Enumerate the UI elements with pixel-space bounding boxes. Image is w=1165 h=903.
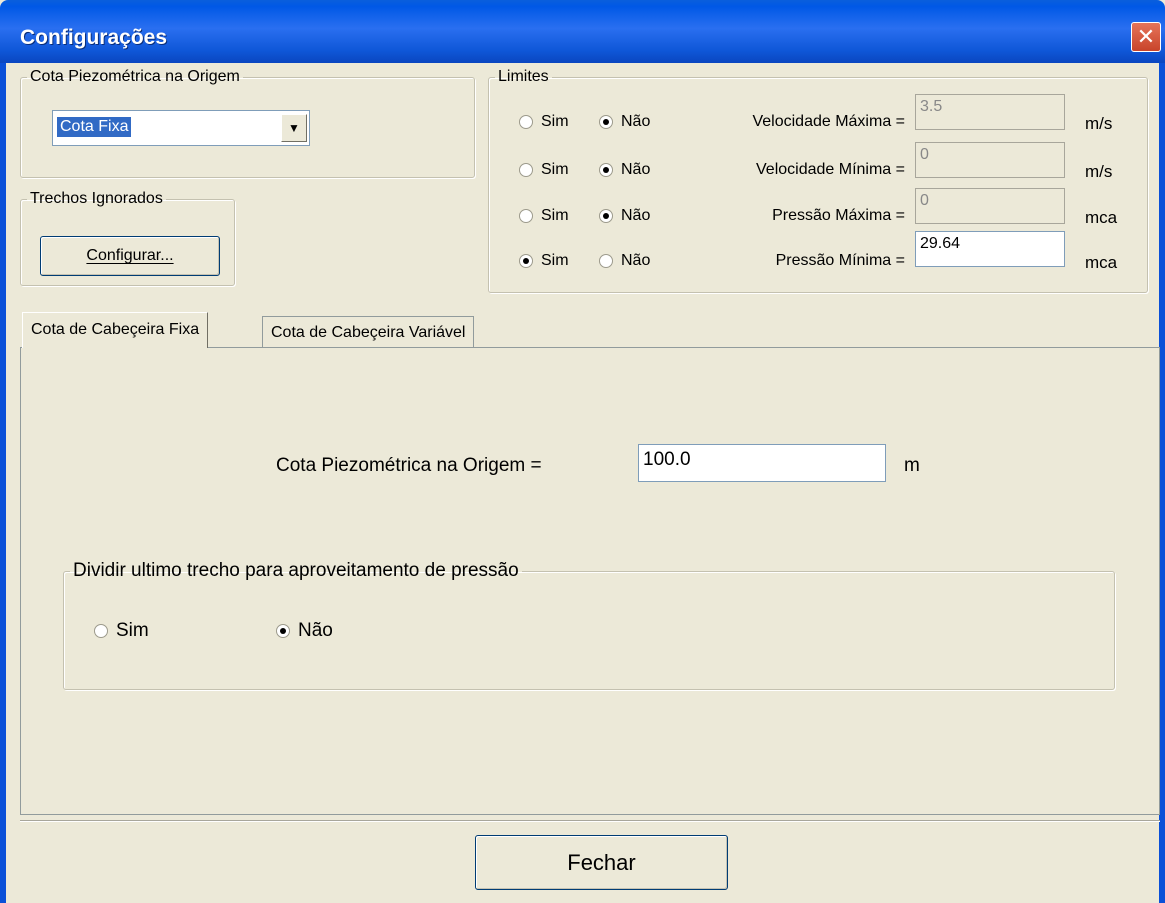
limit-nao-radio[interactable]: Não: [599, 207, 650, 225]
limit-nao-label: Não: [621, 161, 651, 178]
limit-unit: mca: [1085, 208, 1118, 227]
window-frame-left: [0, 63, 6, 903]
limit-sim-label: Sim: [541, 207, 569, 224]
limit-nao-radio[interactable]: Não: [599, 161, 650, 179]
limit-value-input[interactable]: 3.5: [915, 94, 1065, 130]
chevron-down-icon[interactable]: ▼: [281, 114, 307, 142]
close-button[interactable]: Fechar: [475, 835, 728, 890]
divide-nao-radio[interactable]: Não: [276, 620, 333, 642]
limit-value-input[interactable]: 0: [915, 188, 1065, 224]
limit-unit: mca: [1085, 253, 1118, 272]
divide-nao-label: Não: [298, 620, 333, 641]
radio-icon: [599, 115, 613, 129]
limit-nao-label: Não: [621, 113, 651, 130]
limit-nao-radio[interactable]: Não: [599, 252, 650, 270]
footer-divider: [20, 820, 1160, 822]
tab-panel-fixed: Cota Piezométrica na Origem = 100.0 m Di…: [20, 347, 1160, 815]
origin-type-select[interactable]: Cota Fixa ▼: [52, 110, 310, 146]
tab-fixed-head[interactable]: Cota de Cabeçeira Fixa: [22, 312, 209, 348]
divide-sim-label: Sim: [116, 620, 149, 641]
limit-nao-label: Não: [621, 252, 651, 269]
configure-button[interactable]: Configurar...: [40, 236, 220, 276]
limit-sim-radio[interactable]: Sim: [519, 252, 569, 270]
radio-icon: [94, 624, 108, 638]
limit-label: Velocidade Mínima =: [756, 161, 905, 178]
radio-icon: [519, 115, 533, 129]
cota-unit: m: [904, 455, 920, 476]
limit-label: Pressão Máxima =: [772, 207, 905, 224]
radio-icon: [599, 254, 613, 268]
radio-icon: [599, 209, 613, 223]
limit-nao-label: Não: [621, 207, 651, 224]
tab-variable-head[interactable]: Cota de Cabeçeira Variável: [262, 316, 475, 348]
limit-sim-label: Sim: [541, 113, 569, 130]
divide-group-legend: Dividir ultimo trecho para aproveitament…: [73, 560, 519, 581]
close-icon[interactable]: ✕: [1131, 22, 1161, 52]
limit-sim-radio[interactable]: Sim: [519, 161, 569, 179]
limit-sim-radio[interactable]: Sim: [519, 113, 569, 131]
divide-sim-radio[interactable]: Sim: [94, 620, 149, 642]
limit-sim-label: Sim: [541, 252, 569, 269]
ignored-sections-legend: Trechos Ignorados: [30, 190, 163, 207]
radio-icon: [519, 163, 533, 177]
radio-icon: [519, 254, 533, 268]
limit-nao-radio[interactable]: Não: [599, 113, 650, 131]
limit-value-input[interactable]: 0: [915, 142, 1065, 178]
limit-unit: m/s: [1085, 162, 1113, 181]
cota-label: Cota Piezométrica na Origem =: [276, 455, 542, 476]
window-title: Configurações: [20, 26, 168, 49]
origin-group-legend: Cota Piezométrica na Origem: [30, 68, 240, 85]
title-bar[interactable]: Configurações ✕: [0, 0, 1165, 63]
limit-sim-radio[interactable]: Sim: [519, 207, 569, 225]
limit-unit: m/s: [1085, 114, 1113, 133]
settings-dialog: Configurações ✕ Cota Piezométrica na Ori…: [0, 0, 1165, 903]
limit-value-input[interactable]: 29.64: [915, 231, 1065, 267]
radio-icon: [519, 209, 533, 223]
radio-icon: [599, 163, 613, 177]
limit-label: Pressão Mínima =: [775, 252, 905, 269]
limit-label: Velocidade Máxima =: [752, 113, 905, 130]
cota-input[interactable]: 100.0: [638, 444, 886, 482]
origin-type-value: Cota Fixa: [55, 116, 133, 138]
limits-legend: Limites: [498, 68, 549, 85]
limit-sim-label: Sim: [541, 161, 569, 178]
divide-group: Dividir ultimo trecho para aproveitament…: [63, 560, 1115, 690]
radio-icon: [276, 624, 290, 638]
